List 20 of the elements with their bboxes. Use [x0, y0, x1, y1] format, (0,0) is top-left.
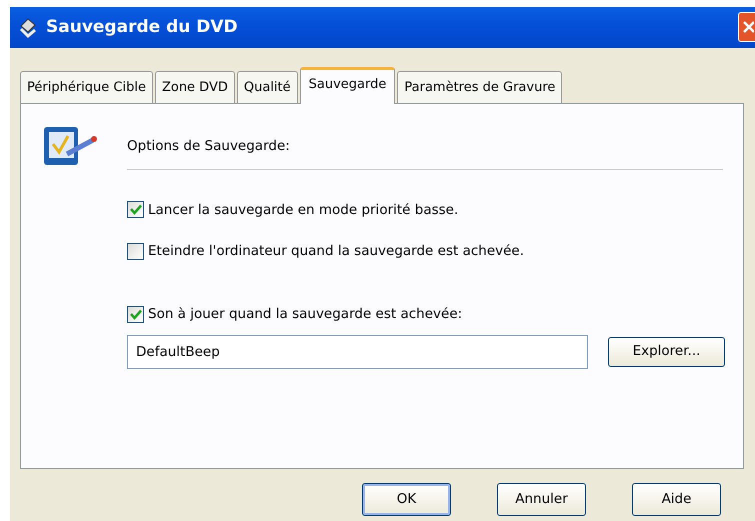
tab[interactable]: Sauvegarde	[300, 67, 396, 104]
section-title: Options de Sauvegarde:	[127, 136, 291, 156]
dialog-button[interactable]: Annuler	[497, 482, 586, 516]
checkbox-label: Lancer la sauvegarde en mode priorité basse.	[148, 200, 458, 220]
dialog-button[interactable]: OK	[362, 482, 451, 516]
app-icon	[18, 16, 38, 38]
browse-button[interactable]: Explorer...	[608, 336, 725, 366]
checkbox-label: Eteindre l'ordinateur quand la sauvegarde est achevée.	[148, 242, 524, 261]
tab[interactable]: Qualité	[236, 71, 298, 102]
dialog-button[interactable]: Aide	[632, 482, 721, 516]
checkbox[interactable]	[127, 306, 144, 323]
tab[interactable]: Périphérique Cible	[20, 71, 153, 102]
window-title: Sauvegarde du DVD	[46, 16, 238, 39]
close-button[interactable]	[738, 12, 755, 42]
checkbox[interactable]	[127, 201, 144, 218]
tab[interactable]: Zone DVD	[154, 71, 235, 102]
tab[interactable]: Paramètres de Gravure	[397, 71, 562, 102]
checkbox-label: Son à jouer quand la sauvegarde est achevée:	[148, 305, 462, 324]
checkbox[interactable]	[127, 242, 144, 260]
sound-field[interactable]: DefaultBeep	[127, 334, 588, 368]
